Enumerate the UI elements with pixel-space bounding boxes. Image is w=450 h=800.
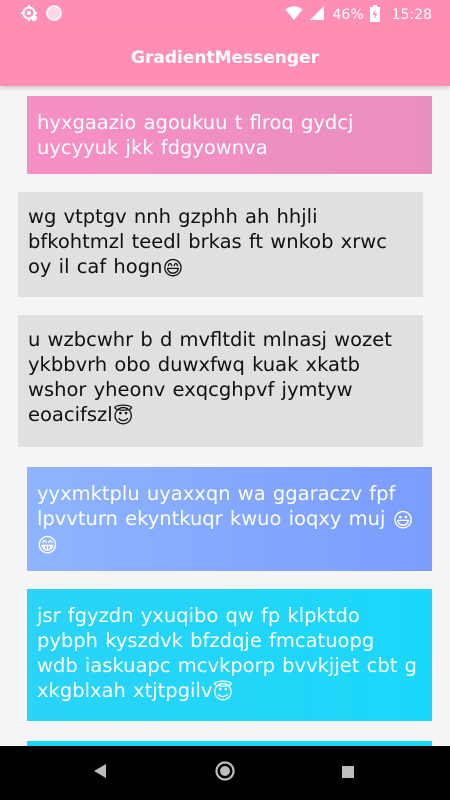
wifi-icon (285, 5, 303, 25)
message-bubble-sent[interactable]: yyxmktplu uyaxxqn wa ggaraczv fpf lpvvtu… (27, 467, 432, 571)
home-button[interactable] (195, 746, 255, 800)
message-bubble-received[interactable]: u wzbcwhr b d mvfltdit mlnasj wozet ykbb… (18, 315, 423, 447)
status-clock: 15:28 (391, 7, 432, 23)
recents-button[interactable] (318, 746, 378, 800)
battery-charging-icon (369, 4, 380, 26)
message-text: yyxmktplu uyaxxqn wa ggaraczv fpf lpvvtu… (37, 482, 396, 530)
back-icon (93, 763, 107, 783)
message-text: u wzbcwhr b d mvfltdit mlnasj wozet ykbb… (28, 328, 392, 426)
grinning-face-emoji-icon: 😄 (162, 256, 184, 280)
app-bar: GradientMessenger (0, 30, 450, 86)
battery-percent: 46% (332, 7, 364, 23)
message-text: hyxgaazio agoukuu t flroq gydcj uycyyuk … (37, 111, 354, 159)
status-bar: 46% 15:28 (0, 0, 450, 30)
smiley-emoji-icon: 😃 (392, 508, 414, 532)
app-title: GradientMessenger (131, 48, 319, 68)
signal-icon (309, 5, 325, 25)
halo-smiley-emoji-icon: 😇 (212, 680, 234, 704)
message-bubble-sent[interactable]: hyxgaazio agoukuu t flroq gydcj uycyyuk … (27, 96, 432, 174)
circle-notification-icon (46, 5, 62, 25)
settings-sync-icon (20, 4, 38, 26)
status-right-icons: 46% 15:28 (285, 4, 432, 26)
message-bubble-sent[interactable]: jsr fgyzdn yxuqibo qw fp klpktdo pybph k… (27, 589, 432, 721)
message-bubble-received[interactable]: wg vtptgv nnh gzphh ah hhjli bfkohtmzl t… (18, 192, 423, 297)
status-left-icons (20, 5, 62, 25)
halo-smiley-emoji-icon: 😇 (112, 404, 134, 428)
message-text: wg vtptgv nnh gzphh ah hhjli bfkohtmzl t… (28, 205, 387, 278)
navigation-bar (0, 746, 450, 800)
message-list[interactable]: hyxgaazio agoukuu t flroq gydcj uycyyuk … (0, 86, 450, 746)
beaming-face-emoji-icon: 😁 (37, 533, 58, 557)
back-button[interactable] (70, 746, 130, 800)
home-icon (215, 761, 235, 785)
recents-icon (341, 764, 355, 783)
